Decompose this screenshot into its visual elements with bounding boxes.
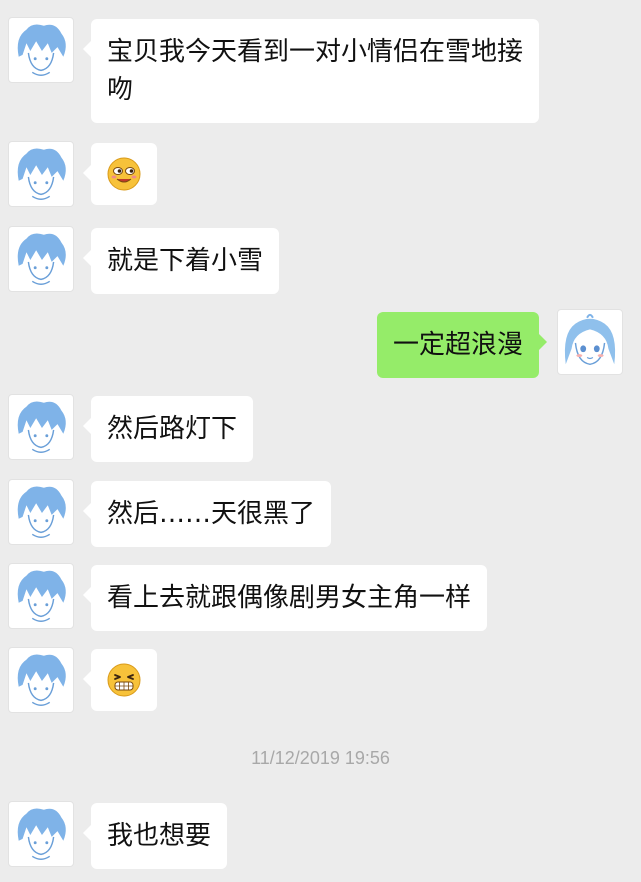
contact-avatar[interactable]: [8, 226, 74, 292]
message-bubble-received[interactable]: 然后路灯下: [82, 396, 254, 462]
girl-avatar-icon: [564, 313, 616, 366]
message-bubble-received[interactable]: 看上去就跟偶像剧男女主角一样: [82, 565, 488, 631]
message-text: 我也想要: [107, 821, 212, 851]
boy-avatar-icon: [17, 808, 66, 860]
grimace-face-icon: [107, 663, 141, 697]
message-bubble-received[interactable]: 然后……天很黑了: [82, 481, 332, 547]
boy-avatar-icon: [17, 233, 66, 285]
boy-avatar-icon: [17, 570, 66, 622]
message-text: 然后路灯下: [107, 414, 238, 444]
boy-avatar-icon: [17, 24, 66, 76]
contact-avatar[interactable]: [8, 801, 74, 867]
contact-avatar[interactable]: [8, 141, 74, 207]
my-avatar[interactable]: [557, 309, 623, 375]
contact-avatar[interactable]: [8, 563, 74, 629]
message-text: 一定超浪漫: [392, 330, 523, 360]
emoji-message-bubble[interactable]: [83, 649, 157, 711]
contact-avatar[interactable]: [8, 647, 74, 713]
contact-avatar[interactable]: [8, 394, 74, 460]
contact-avatar[interactable]: [8, 479, 74, 545]
message-bubble-received[interactable]: 我也想要: [82, 803, 228, 869]
message-text: 就是下着小雪: [107, 246, 264, 276]
smirk-face-icon: [107, 157, 141, 191]
boy-avatar-icon: [17, 148, 66, 200]
message-bubble-received[interactable]: 宝贝我今天看到一对小情侣在雪地接吻: [83, 19, 539, 123]
message-bubble-sent[interactable]: 一定超浪漫: [376, 312, 548, 378]
boy-avatar-icon: [17, 654, 66, 706]
contact-avatar[interactable]: [8, 17, 74, 83]
message-text: 宝贝我今天看到一对小情侣在雪地接吻: [107, 37, 524, 105]
message-timestamp: 11/12/2019 19:56: [251, 748, 390, 768]
emoji-message-bubble[interactable]: [83, 143, 157, 205]
message-text: 看上去就跟偶像剧男女主角一样: [107, 583, 472, 613]
boy-avatar-icon: [17, 401, 66, 453]
boy-avatar-icon: [17, 486, 66, 538]
message-text: 然后……天很黑了: [107, 499, 316, 529]
message-bubble-received[interactable]: 就是下着小雪: [82, 228, 280, 294]
